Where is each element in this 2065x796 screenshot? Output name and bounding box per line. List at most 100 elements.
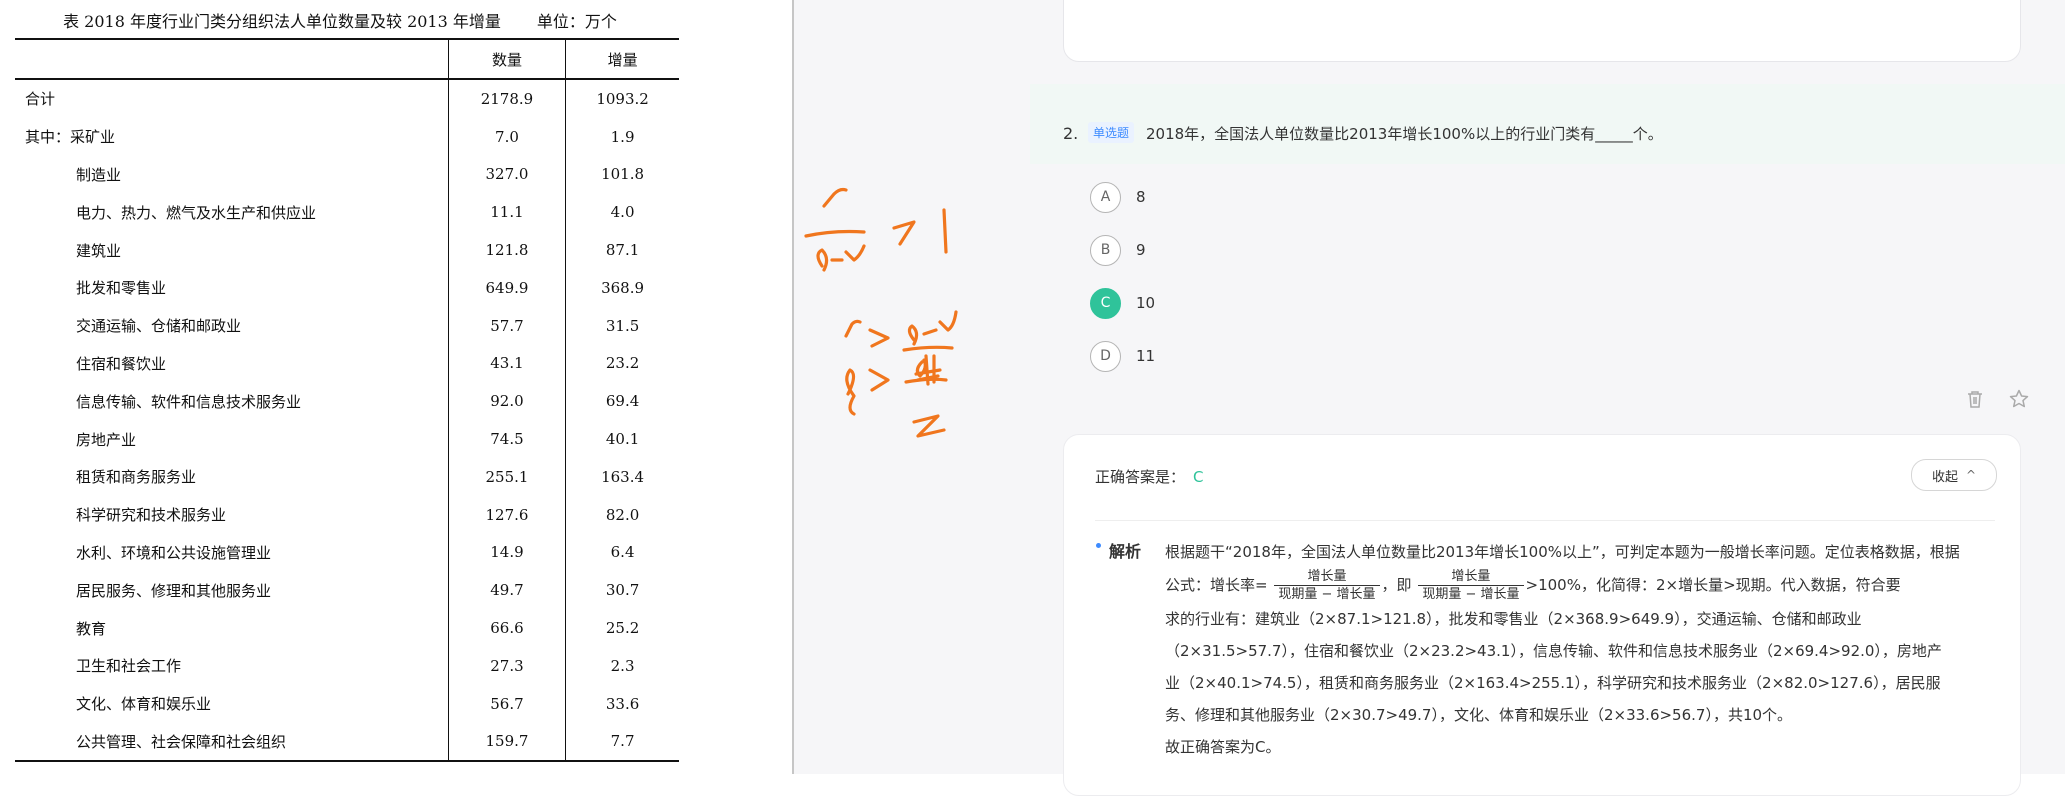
- table-row: 卫生和社会工作 27.3 2.3: [15, 646, 679, 685]
- stroke-greater-3: [868, 368, 890, 392]
- row-industry-name: 住宿和餐饮业: [76, 354, 167, 373]
- question-panel: 2. 单选题 2018年，全国法人单位数量比2013年增长100%以上的行业门类…: [1030, 0, 2065, 796]
- option-b[interactable]: B 9: [1090, 234, 1146, 266]
- collapse-button-label: 收起: [1931, 469, 1958, 485]
- table-row: 公共管理、社会保障和社会组织 159.7 7.7: [15, 722, 679, 763]
- option-d[interactable]: D 11: [1090, 340, 1155, 372]
- table-row: 水利、环境和公共设施管理业 14.9 6.4: [15, 533, 679, 572]
- question-number: 2.: [1063, 124, 1079, 143]
- stroke-one: [942, 208, 948, 254]
- row-quantity: 92.0: [447, 382, 566, 421]
- explanation-formula-line: 公式：增长率= 增长量 现期量 − 增长量 ，即 增长量 现期量 − 增长量 >…: [1165, 568, 1995, 603]
- option-c-circle-selected[interactable]: C: [1090, 287, 1121, 319]
- explanation-line-5: 业（2×40.1>74.5），租赁和商务服务业（2×163.4>255.1），科…: [1165, 674, 1941, 692]
- row-increase: 4.0: [565, 193, 679, 232]
- table-row: 建筑业 121.8 87.1: [15, 231, 679, 269]
- header-quantity: 数量: [447, 38, 566, 80]
- row-quantity: 2178.9: [447, 79, 566, 118]
- row-quantity: 11.1: [447, 193, 566, 232]
- option-a-circle[interactable]: A: [1090, 181, 1121, 213]
- row-industry-name: 科学研究和技术服务业: [76, 506, 227, 525]
- formula-mid: ，即: [1381, 576, 1412, 594]
- table-row: 房地产业 74.5 40.1: [15, 420, 679, 458]
- fraction-numerator: 增长量: [1274, 568, 1380, 586]
- explanation-line-1: 根据题干“2018年，全国法人单位数量比2013年增长100%以上”，可判定本题…: [1165, 543, 1960, 561]
- stroke-r-2: [844, 319, 862, 338]
- option-b-circle[interactable]: B: [1090, 234, 1121, 266]
- table-unit: 单位：万个: [536, 12, 617, 31]
- star-icon[interactable]: [2008, 388, 2030, 410]
- correct-answer-value: C: [1193, 468, 1204, 486]
- table-row: 住宿和餐饮业 43.1 23.2: [15, 344, 679, 383]
- trash-icon[interactable]: [1964, 388, 1986, 410]
- row-increase: 82.0: [565, 495, 679, 534]
- row-quantity: 14.9: [447, 533, 566, 572]
- row-quantity: 49.7: [447, 571, 566, 610]
- option-c-text[interactable]: 10: [1136, 294, 1155, 312]
- row-quantity: 66.6: [447, 609, 566, 647]
- row-increase: 31.5: [565, 306, 679, 345]
- divider: [1095, 520, 1995, 521]
- row-increase: 40.1: [565, 420, 679, 458]
- option-c[interactable]: C 10: [1090, 287, 1155, 319]
- row-quantity: 649.9: [447, 268, 566, 307]
- table-row: 制造业 327.0 101.8: [15, 155, 679, 194]
- row-industry-name: 卫生和社会工作: [76, 657, 182, 676]
- row-increase: 25.2: [565, 609, 679, 647]
- row-increase: 163.4: [565, 457, 679, 496]
- row-increase: 1.9: [565, 117, 679, 156]
- table-row: 交通运输、仓储和邮政业 57.7 31.5: [15, 306, 679, 345]
- row-increase: 87.1: [565, 231, 679, 269]
- table-title: 表 2018 年度行业门类分组织法人单位数量及较 2013 年增量 单位：万个: [0, 8, 680, 32]
- header-increase: 增量: [565, 38, 679, 80]
- table-row: 合计 2178.9 1093.2: [15, 79, 679, 118]
- bullet-icon: [1096, 543, 1101, 548]
- row-quantity: 27.3: [447, 646, 566, 685]
- option-d-circle[interactable]: D: [1090, 340, 1121, 372]
- row-increase: 30.7: [565, 571, 679, 610]
- row-quantity: 74.5: [447, 420, 566, 458]
- row-industry-name: 文化、体育和娱乐业: [76, 695, 212, 714]
- option-a-text[interactable]: 8: [1136, 188, 1146, 206]
- stroke-greater-2: [868, 328, 890, 348]
- row-industry-name: 合计: [25, 90, 56, 109]
- explanation-label: 解析: [1109, 542, 1142, 561]
- row-industry-name: 建筑业: [76, 241, 122, 260]
- row-industry-name: 信息传输、软件和信息技术服务业: [76, 392, 302, 411]
- correct-answer: 正确答案是： C: [1095, 466, 1204, 487]
- chevron-up-icon: ^: [1965, 468, 1977, 482]
- row-increase: 69.4: [565, 382, 679, 421]
- table-row: 文化、体育和娱乐业 56.7 33.6: [15, 684, 679, 723]
- row-quantity: 56.7: [447, 684, 566, 723]
- stroke-r-1: [822, 187, 848, 208]
- explanation-line-3: 求的行业有：建筑业（2×87.1>121.8），批发和零售业（2×368.9>6…: [1165, 610, 1862, 628]
- option-d-text[interactable]: 11: [1136, 347, 1155, 365]
- option-b-text[interactable]: 9: [1136, 241, 1146, 259]
- row-increase: 6.4: [565, 533, 679, 572]
- row-increase: 23.2: [565, 344, 679, 383]
- stroke-fraction-bar-2: [902, 345, 954, 352]
- table-row: 批发和零售业 649.9 368.9: [15, 268, 679, 307]
- formula-suffix: >100%，化简得：2×增长量>现期。代入数据，符合要: [1525, 576, 1901, 594]
- row-quantity: 159.7: [447, 722, 566, 763]
- handwritten-annotation: [804, 187, 958, 438]
- table-row: 信息传输、软件和信息技术服务业 92.0 69.4: [15, 382, 679, 421]
- collapse-button[interactable]: 收起 ^: [1911, 459, 1997, 491]
- option-a[interactable]: A 8: [1090, 181, 1146, 213]
- row-industry-name: 其中：采矿业: [25, 128, 116, 147]
- question-text: 2018年，全国法人单位数量比2013年增长100%以上的行业门类有_____个…: [1146, 125, 1663, 143]
- growth-rate-fraction-2: 增长量 现期量 − 增长量: [1418, 568, 1524, 603]
- stroke-r-3: [912, 414, 946, 438]
- header-industry: [15, 38, 449, 80]
- row-quantity: 57.7: [447, 306, 566, 345]
- document-page: 表 2018 年度行业门类分组织法人单位数量及较 2013 年增量 单位：万个 数…: [0, 0, 793, 774]
- row-quantity: 7.0: [447, 117, 566, 156]
- stroke-a-minus-r-2: [907, 310, 958, 346]
- row-industry-name: 居民服务、修理和其他服务业: [76, 581, 272, 600]
- fraction-denominator: 现期量 − 增长量: [1278, 587, 1376, 602]
- explanation-text: 根据题干“2018年，全国法人单位数量比2013年增长100%以上”，可判定本题…: [1165, 536, 1995, 763]
- fraction-denominator-2: 现期量 − 增长量: [1422, 587, 1520, 602]
- table-row: 租赁和商务服务业 255.1 163.4: [15, 457, 679, 496]
- table-row: 教育 66.6 25.2: [15, 609, 679, 647]
- stroke-fraction-bar-1: [804, 229, 866, 238]
